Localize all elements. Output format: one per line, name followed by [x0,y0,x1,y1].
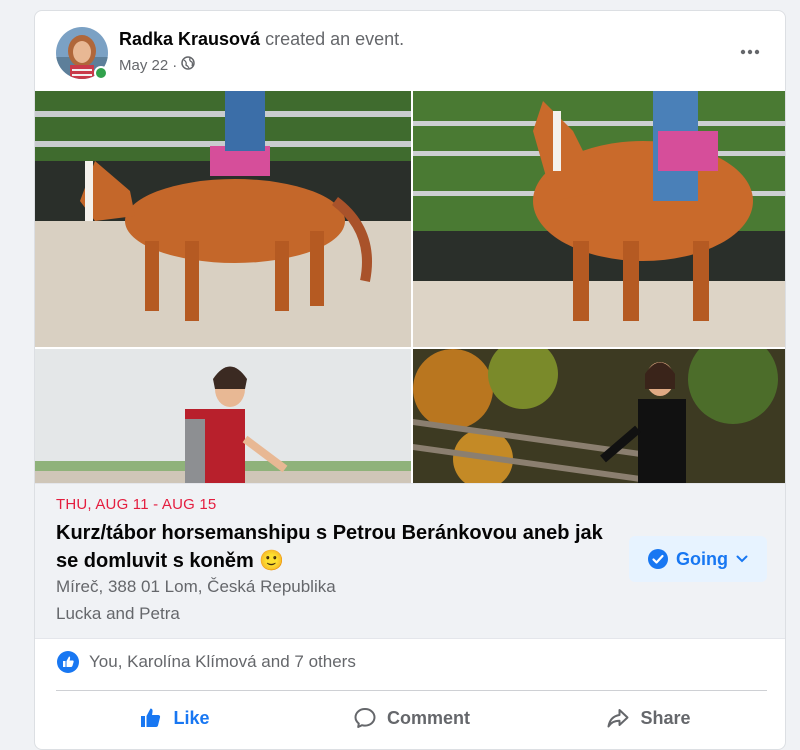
check-circle-icon [648,549,668,569]
going-label: Going [676,548,728,569]
online-status-dot [94,66,108,80]
reaction-summary[interactable]: You, Karolína Klímová and 7 others [57,651,356,673]
meta-separator: · [172,56,178,74]
like-button[interactable]: Like [56,694,293,742]
globe-icon [181,56,195,74]
event-details[interactable]: THU, AUG 11 - AUG 15 Kurz/tábor horseman… [35,483,785,639]
author-name[interactable]: Radka Krausová [119,29,260,49]
event-title[interactable]: Kurz/tábor horsemanshipu s Petrou Beránk… [56,519,616,575]
chevron-down-icon [736,555,748,563]
more-options-button[interactable] [735,37,765,67]
event-photo-3[interactable] [35,349,411,483]
event-photo-1[interactable] [35,91,411,347]
event-date: THU, AUG 11 - AUG 15 [56,496,217,513]
event-photo-2[interactable] [413,91,785,347]
post-actions: Like Comment Share [56,694,767,742]
event-location: Míreč, 388 01 Lom, Česká Republika [56,577,336,596]
post-header: Radka Krausová created an event. May 22 … [35,11,785,91]
post-meta: May 22 · [119,56,195,74]
post-date[interactable]: May 22 [119,57,168,74]
comment-label: Comment [386,707,470,728]
thumbs-up-icon [141,708,161,727]
like-label: Like [173,707,210,728]
going-button[interactable]: Going [629,536,767,582]
post-action-text: created an event. [260,29,405,49]
event-photo-4[interactable] [413,349,785,483]
reaction-text: You, Karolína Klímová and 7 others [89,652,356,671]
more-options-icon [740,49,760,55]
like-reaction-icon [57,651,79,673]
action-divider [56,690,767,691]
event-hosts: Lucka and Petra [56,604,180,623]
post-card: Radka Krausová created an event. May 22 … [34,10,786,750]
event-photo-grid [35,91,785,483]
comment-button[interactable]: Comment [293,694,530,742]
post-author-line: Radka Krausová created an event. [119,29,404,50]
share-button[interactable]: Share [530,694,767,742]
comment-icon [354,708,376,728]
share-label: Share [640,707,691,728]
share-icon [607,709,629,728]
